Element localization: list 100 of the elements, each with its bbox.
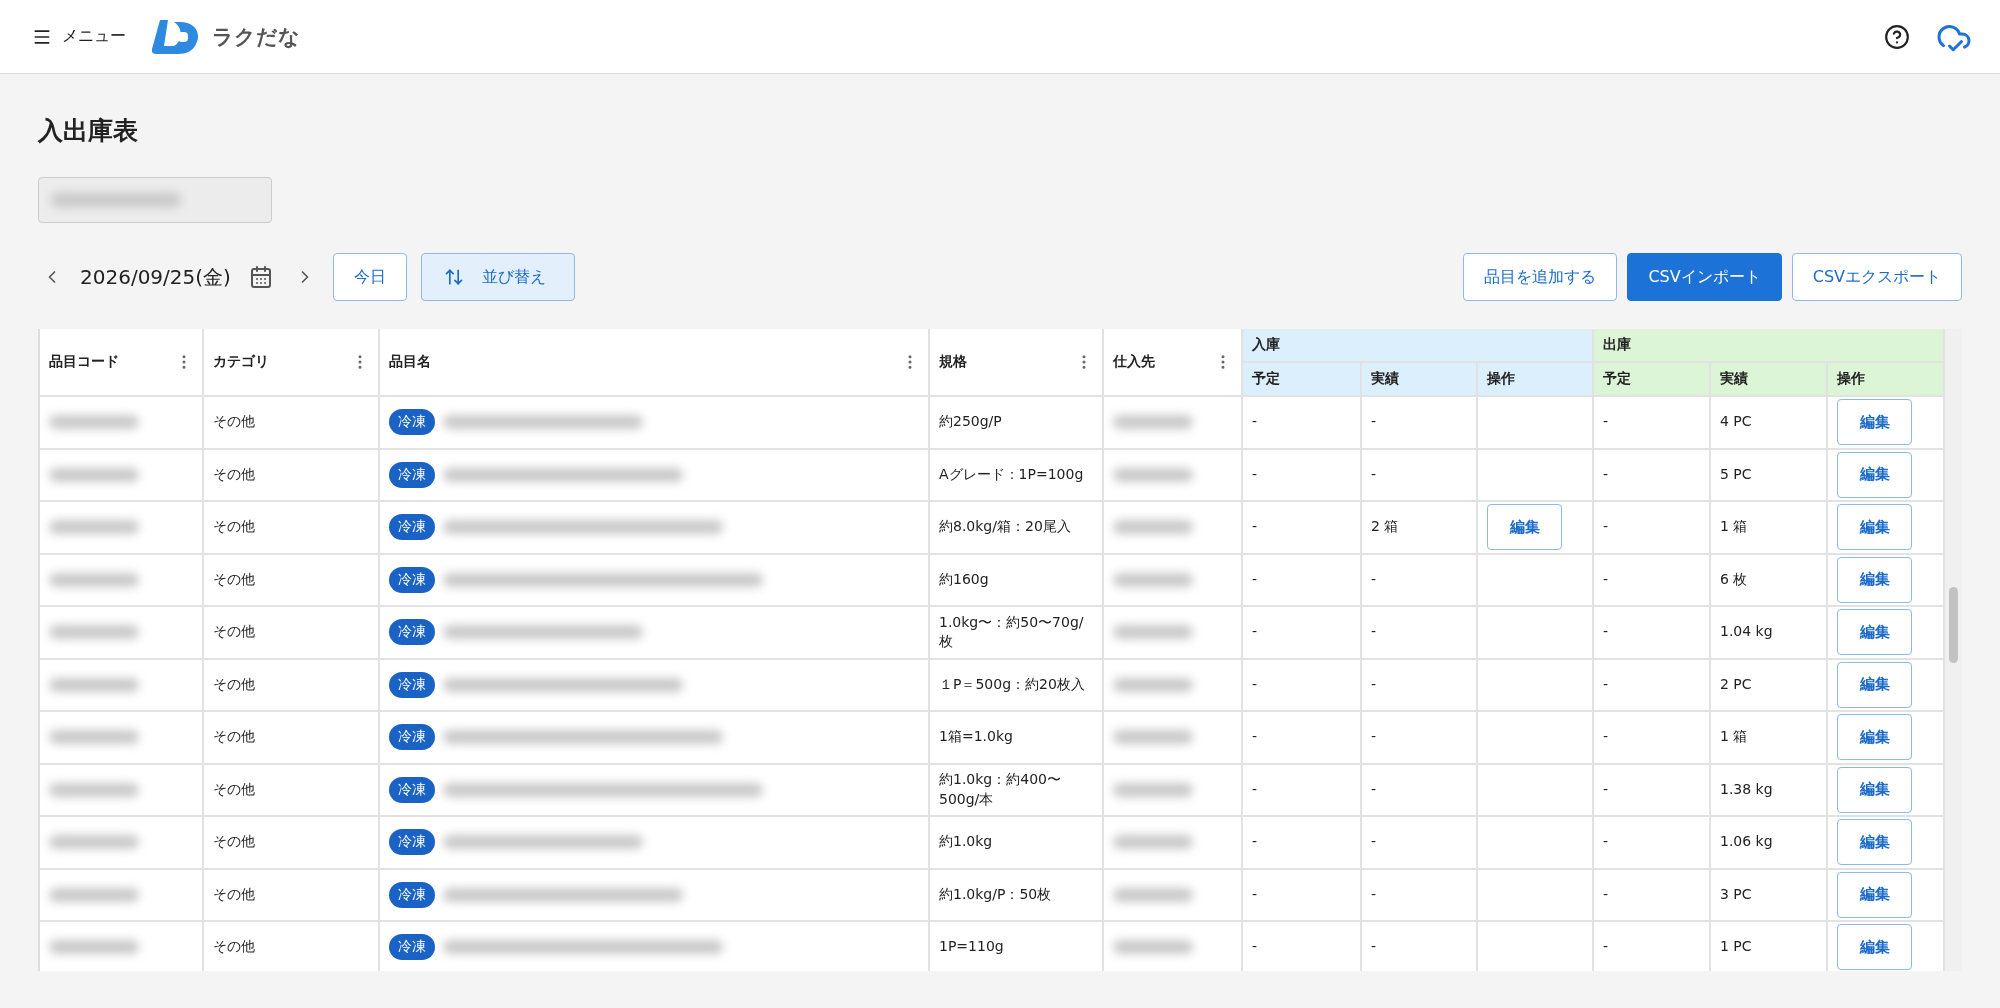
- date-text: 2026/09/25(金): [80, 263, 231, 291]
- table-cell-text: -: [1603, 779, 1609, 799]
- table-cell-text: 6 枚: [1720, 569, 1748, 589]
- category-tag: 冷凍: [389, 671, 435, 698]
- table-cell-text: その他: [213, 937, 255, 957]
- table-cell-text: 3 PC: [1720, 884, 1752, 904]
- table-cell-text: 約8.0kg/箱：20尾入: [939, 517, 1071, 537]
- table-cell-text: 1箱=1.0kg: [939, 727, 1013, 747]
- table-cell-text: -: [1252, 727, 1258, 747]
- column-header: 実績: [1362, 363, 1478, 397]
- category-tag: 冷凍: [389, 619, 435, 646]
- category-tag: 冷凍: [389, 461, 435, 488]
- edit-button[interactable]: 編集: [1837, 766, 1912, 813]
- table-cell-text: -: [1603, 832, 1609, 852]
- edit-button[interactable]: 編集: [1837, 399, 1912, 446]
- category-tag: 冷凍: [389, 724, 435, 751]
- table-cell-text: -: [1603, 464, 1609, 484]
- action-button[interactable]: CSVエクスポート: [1791, 253, 1962, 301]
- column-header: 品目名: [389, 353, 431, 371]
- table-cell-text: その他: [213, 517, 255, 537]
- column-header: 規格: [939, 353, 967, 371]
- today-button[interactable]: 今日: [332, 253, 407, 301]
- up-down-arrow-icon: [443, 267, 464, 287]
- table-cell-text: -: [1371, 832, 1377, 852]
- table-cell-text: 約160g: [939, 569, 989, 589]
- table-cell-text: その他: [213, 464, 255, 484]
- table-cell-text: -: [1252, 937, 1258, 957]
- column-header: 実績: [1711, 363, 1828, 397]
- table-cell-text: その他: [213, 622, 255, 642]
- edit-button[interactable]: 編集: [1837, 556, 1912, 603]
- table-cell-text: -: [1252, 884, 1258, 904]
- table-cell-text: １P＝500g：約20枚入: [939, 674, 1085, 694]
- group-header: 出庫: [1594, 329, 1945, 363]
- table-cell-text: -: [1603, 569, 1609, 589]
- table-cell-text: 2 箱: [1371, 517, 1399, 537]
- table-cell-text: -: [1371, 727, 1377, 747]
- edit-button[interactable]: 編集: [1837, 871, 1912, 918]
- table-cell-text: 1P=110g: [939, 937, 1004, 957]
- table-cell-text: 1.38 kg: [1720, 779, 1773, 799]
- table-cell-text: -: [1252, 674, 1258, 694]
- table-cell-text: 1.04 kg: [1720, 622, 1773, 642]
- edit-button[interactable]: 編集: [1837, 504, 1912, 551]
- table-cell-text: その他: [213, 569, 255, 589]
- category-tag: 冷凍: [389, 514, 435, 541]
- group-header: 入庫: [1243, 329, 1594, 363]
- edit-button[interactable]: 編集: [1837, 451, 1912, 498]
- table-cell-text: その他: [213, 832, 255, 852]
- table-cell-text: -: [1371, 884, 1377, 904]
- table-cell-text: -: [1371, 622, 1377, 642]
- table-cell-text: -: [1252, 569, 1258, 589]
- help-icon[interactable]: [1884, 23, 1910, 50]
- page-title: 入出庫表: [38, 115, 139, 147]
- column-header: 予定: [1594, 363, 1711, 397]
- table-cell-text: -: [1252, 779, 1258, 799]
- category-tag: 冷凍: [389, 409, 435, 436]
- table-cell-text: -: [1371, 464, 1377, 484]
- table-cell-text: -: [1603, 622, 1609, 642]
- table-cell-text: Aグレード：1P=100g: [939, 464, 1084, 484]
- table-cell-text: -: [1371, 569, 1377, 589]
- table-cell-text: -: [1252, 464, 1258, 484]
- table-cell-text: 4 PC: [1720, 412, 1752, 432]
- table-cell-text: 約1.0kg/P：50枚: [939, 884, 1052, 904]
- column-header: 操作: [1828, 363, 1945, 397]
- edit-button[interactable]: 編集: [1837, 609, 1912, 656]
- table-cell-text: 1 箱: [1720, 517, 1748, 537]
- table-cell-text: -: [1371, 412, 1377, 432]
- table-cell-text: その他: [213, 727, 255, 747]
- table-cell-text: その他: [213, 674, 255, 694]
- table-cell-text: 5 PC: [1720, 464, 1752, 484]
- action-button[interactable]: 品目を追加する: [1463, 253, 1618, 301]
- table-cell-text: -: [1603, 674, 1609, 694]
- table-cell-text: 2 PC: [1720, 674, 1752, 694]
- table-cell-text: その他: [213, 884, 255, 904]
- edit-button[interactable]: 編集: [1487, 504, 1562, 551]
- column-header: 品目コード: [49, 353, 119, 371]
- table-cell-text: その他: [213, 412, 255, 432]
- table-cell-text: 1.0kg〜：約50〜70g/枚: [939, 612, 1085, 652]
- table-cell-text: -: [1371, 674, 1377, 694]
- table-cell-text: 約1.0kg: [939, 832, 993, 852]
- table-cell-text: 1 PC: [1720, 937, 1752, 957]
- edit-button[interactable]: 編集: [1837, 714, 1912, 761]
- table-cell-text: -: [1603, 727, 1609, 747]
- table-cell-text: -: [1252, 517, 1258, 537]
- table-cell-text: 1.06 kg: [1720, 832, 1773, 852]
- edit-button[interactable]: 編集: [1837, 924, 1912, 971]
- table-cell-text: 約250g/P: [939, 412, 1002, 432]
- category-tag: 冷凍: [389, 776, 435, 803]
- edit-button[interactable]: 編集: [1837, 661, 1912, 708]
- column-header: 予定: [1243, 363, 1362, 397]
- table-cell-text: -: [1371, 779, 1377, 799]
- table-cell-text: -: [1603, 517, 1609, 537]
- category-tag: 冷凍: [389, 566, 435, 593]
- table-cell-text: -: [1603, 884, 1609, 904]
- edit-button[interactable]: 編集: [1837, 819, 1912, 866]
- table-cell-text: -: [1371, 937, 1377, 957]
- table-cell-text: 約1.0kg：約400〜500g/本: [939, 770, 1062, 809]
- action-button[interactable]: CSVインポート: [1627, 253, 1782, 301]
- menu-button[interactable]: メニュー: [32, 26, 126, 47]
- sort-button[interactable]: 並び替え: [420, 253, 575, 301]
- table-cell-text: その他: [213, 779, 255, 799]
